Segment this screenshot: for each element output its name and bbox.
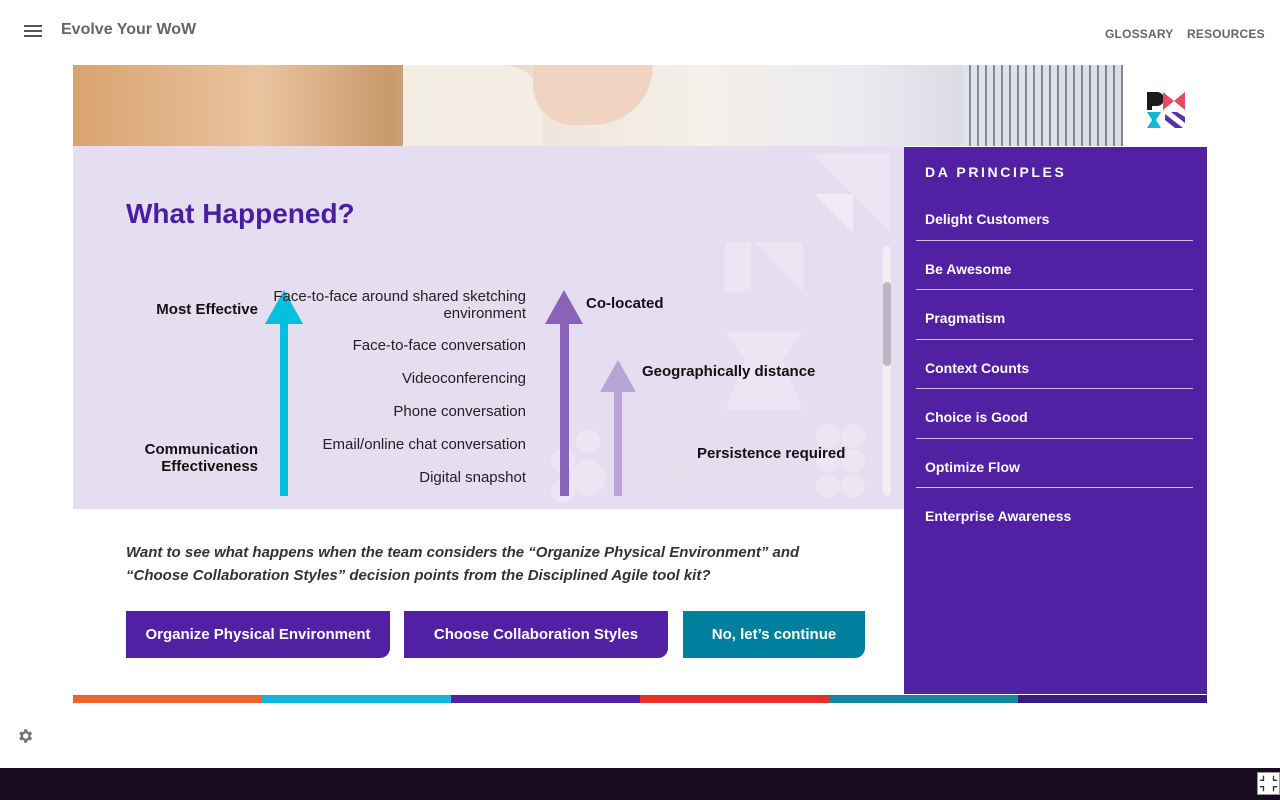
sidebar-heading: DA PRINCIPLES [925,164,1067,180]
sidebar-item-be-awesome[interactable]: Be Awesome [916,241,1193,290]
mode-videoconferencing: Videoconferencing [402,370,526,387]
sidebar-item-choice-is-good[interactable]: Choice is Good [916,389,1193,439]
label-co-located: Co-located [586,295,664,312]
diagram-scrollbar-thumb[interactable] [883,282,891,366]
da-principles-sidebar: DA PRINCIPLES Delight Customers Be Aweso… [904,147,1207,694]
mode-face-to-face-conversation: Face-to-face conversation [352,337,526,354]
axis-label-communication-effectiveness: Communication Effectiveness [144,441,258,475]
nav-resources-link[interactable]: RESOURCES [1187,27,1265,41]
mode-digital-snapshot: Digital snapshot [419,469,526,486]
mode-phone-conversation: Phone conversation [393,403,526,420]
sidebar-item-pragmatism[interactable]: Pragmatism [916,290,1193,340]
footer-stripe [262,695,451,703]
footer-stripe [73,695,262,703]
banner-image [73,65,1123,146]
persistence-required-arrow [651,440,691,498]
top-bar: Evolve Your WoW GLOSSARY RESOURCES [0,0,1280,65]
page-title: What Happened? [126,198,355,229]
what-happened-panel: What Happened? Most Effective Communicat… [73,146,904,509]
co-located-arrow [545,290,583,496]
banner-hand [533,65,653,125]
organize-physical-environment-button[interactable]: Organize Physical Environment [126,611,390,658]
hamburger-menu-icon[interactable] [24,25,42,39]
label-persistence-required: Persistence required [697,445,846,462]
axis-label-most-effective: Most Effective [156,301,258,318]
mode-face-to-face-sketching: Face-to-face around shared sketching env… [273,288,526,322]
banner-stripes [963,65,1123,146]
footer-stripe [829,695,1018,703]
sidebar-item-enterprise-awareness[interactable]: Enterprise Awareness [916,488,1193,538]
pmi-logo [1147,92,1185,128]
sidebar-item-context-counts[interactable]: Context Counts [916,340,1193,389]
label-geographically-distance: Geographically distance [642,363,816,380]
decorative-pmi-shape [725,242,803,410]
exit-fullscreen-icon[interactable] [1257,772,1280,795]
diagram-scrollbar[interactable] [883,246,891,496]
gear-icon[interactable] [16,727,34,745]
footer-stripe [640,695,829,703]
app-title: Evolve Your WoW [61,21,197,38]
nav-glossary-link[interactable]: GLOSSARY [1105,27,1174,41]
decorative-triangles [813,154,889,232]
choose-collaboration-styles-button[interactable]: Choose Collaboration Styles [404,611,668,658]
decision-question: Want to see what happens when the team c… [126,544,800,584]
footer-stripe [1018,695,1207,703]
sidebar-item-optimize-flow[interactable]: Optimize Flow [916,439,1193,488]
mode-email-chat: Email/online chat conversation [322,436,526,453]
continue-button[interactable]: No, let’s continue [683,611,865,658]
footer-stripe [451,695,640,703]
sidebar-item-delight-customers[interactable]: Delight Customers [916,191,1193,241]
banner-cloth [403,65,543,146]
bottom-bar [0,768,1280,800]
geographically-distance-arrow [600,360,636,496]
